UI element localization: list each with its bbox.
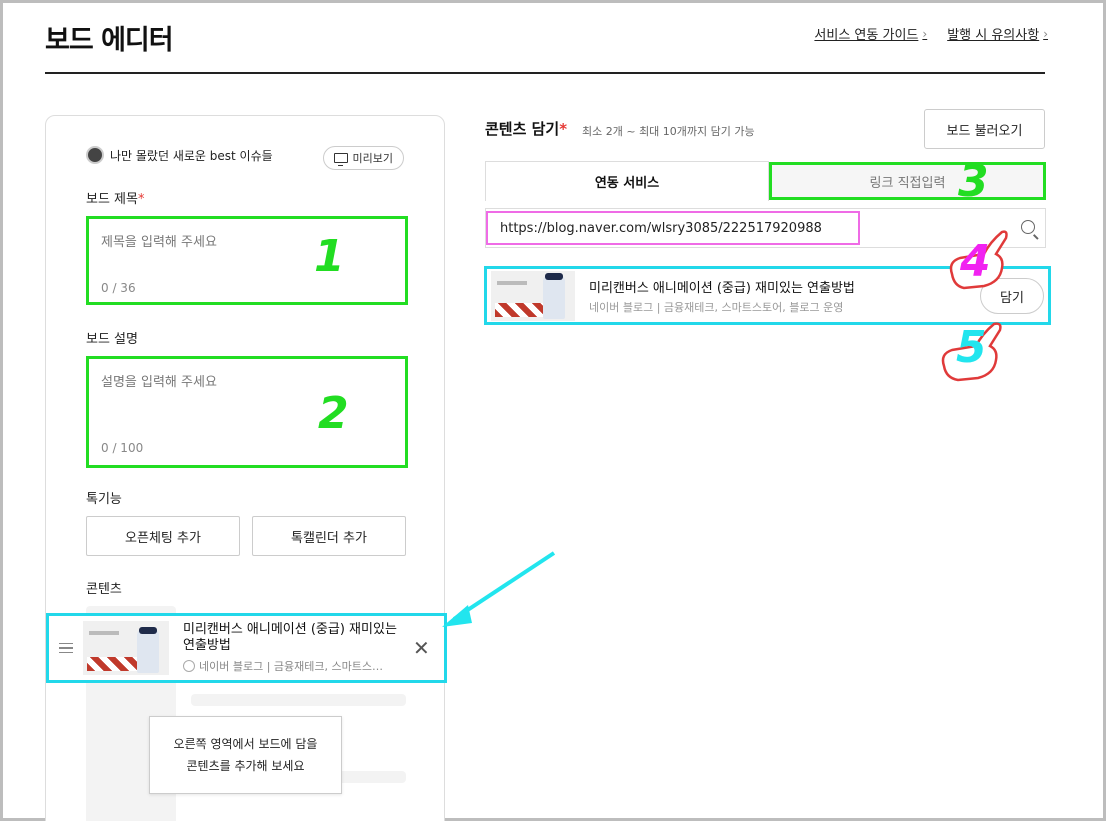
open-chat-button[interactable]: 오픈체팅 추가 [86, 516, 240, 556]
board-editor-panel: 나만 몰랐던 새로운 best 이슈들 미리보기 보드 제목* 제목을 입력해 … [45, 115, 447, 821]
preview-button[interactable]: 미리보기 [322, 146, 404, 170]
page-title: 보드 에디터 [45, 25, 174, 56]
service-guide-link[interactable]: 서비스 연동 가이드 › [814, 24, 928, 44]
result-source: 네이버 블로그 | 금융재테크, 스마트스토어, 블로그 운영 [589, 300, 844, 314]
url-input[interactable]: https://blog.naver.com/wlsry3085/2225179… [486, 211, 860, 245]
load-board-button[interactable]: 보드 불러오기 [924, 109, 1045, 149]
contents-add-title: 콘텐츠 담기* [485, 118, 567, 139]
close-icon[interactable]: ✕ [413, 636, 430, 660]
contents-add-hint: 최소 2개 ~ 최대 10개까지 담기 가능 [582, 125, 755, 138]
result-title: 미리캔버스 애니메이션 (중급) 재미있는 연출방법 [589, 280, 855, 296]
special-features-label: 톡기능 [86, 492, 122, 507]
board-desc-placeholder: 설명을 입력해 주세요 [101, 375, 217, 390]
drag-handle-icon[interactable] [49, 642, 83, 654]
content-list-item[interactable]: 미리캔버스 애니메이션 (중급) 재미있는 연출방법 네이버 블로그 | 금융재… [46, 613, 447, 683]
tab-direct-link[interactable]: 링크 직접입력 [769, 162, 1046, 200]
annotation-number-1: 1 [314, 231, 345, 282]
board-desc-count: 0 / 100 [101, 441, 144, 455]
chevron-right-icon: › [922, 26, 928, 41]
avatar [86, 146, 104, 164]
publish-notes-label: 발행 시 유의사항 [947, 28, 1040, 43]
board-desc-input[interactable]: 설명을 입력해 주세요 0 / 100 [86, 356, 408, 468]
contents-label: 콘텐츠 [86, 582, 122, 597]
tooltip-line-2: 콘텐츠를 추가해 보세요 [186, 759, 305, 773]
annotation-number-4: 4 [960, 236, 991, 287]
board-title-label-text: 보드 제목 [86, 192, 138, 207]
service-guide-label: 서비스 연동 가이드 [814, 28, 919, 43]
search-icon[interactable] [1021, 220, 1035, 234]
tab-linked-service[interactable]: 연동 서비스 [485, 161, 769, 201]
tooltip-line-1: 오른쪽 영역에서 보드에 담을 [173, 737, 318, 751]
contents-add-title-text: 콘텐츠 담기 [485, 120, 560, 138]
publish-notes-link[interactable]: 발행 시 유의사항 › [947, 24, 1048, 44]
content-thumbnail [83, 621, 169, 675]
annotation-number-2: 2 [318, 388, 349, 439]
required-mark: * [559, 120, 568, 138]
content-item-source-text: 네이버 블로그 | 금융재테크, 스마트스… [199, 660, 383, 673]
header-links: 서비스 연동 가이드 › 발행 시 유의사항 › [814, 24, 1048, 44]
annotation-number-5: 5 [956, 322, 987, 373]
result-text: 미리캔버스 애니메이션 (중급) 재미있는 연출방법 네이버 블로그 | 금융재… [589, 277, 855, 315]
board-desc-label: 보드 설명 [86, 332, 138, 347]
profile-row: 나만 몰랐던 새로운 best 이슈들 [86, 146, 273, 164]
placeholder-skeleton [191, 694, 406, 706]
header-divider [45, 72, 1045, 74]
board-title-label: 보드 제목* [86, 188, 144, 207]
annotation-number-3: 3 [958, 156, 989, 207]
content-item-text: 미리캔버스 애니메이션 (중급) 재미있는 연출방법 네이버 블로그 | 금융재… [183, 622, 403, 674]
board-title-count: 0 / 36 [101, 281, 136, 295]
profile-name: 나만 몰랐던 새로운 best 이슈들 [110, 148, 273, 163]
board-title-placeholder: 제목을 입력해 주세요 [101, 235, 217, 250]
content-item-title: 미리캔버스 애니메이션 (중급) 재미있는 연출방법 [183, 622, 397, 653]
required-mark: * [137, 192, 145, 207]
result-thumbnail [491, 270, 575, 321]
monitor-icon [333, 153, 348, 166]
content-item-source: 네이버 블로그 | 금융재테크, 스마트스… [183, 658, 403, 674]
preview-label: 미리보기 [352, 152, 393, 165]
empty-hint-tooltip: 오른쪽 영역에서 보드에 담을 콘텐츠를 추가해 보세요 [149, 716, 342, 794]
annotation-arrow-icon [442, 551, 556, 627]
chevron-right-icon: › [1043, 26, 1048, 41]
board-title-input[interactable]: 제목을 입력해 주세요 0 / 36 [86, 216, 408, 305]
talk-calendar-button[interactable]: 톡캘린더 추가 [252, 516, 406, 556]
globe-icon [183, 660, 195, 672]
